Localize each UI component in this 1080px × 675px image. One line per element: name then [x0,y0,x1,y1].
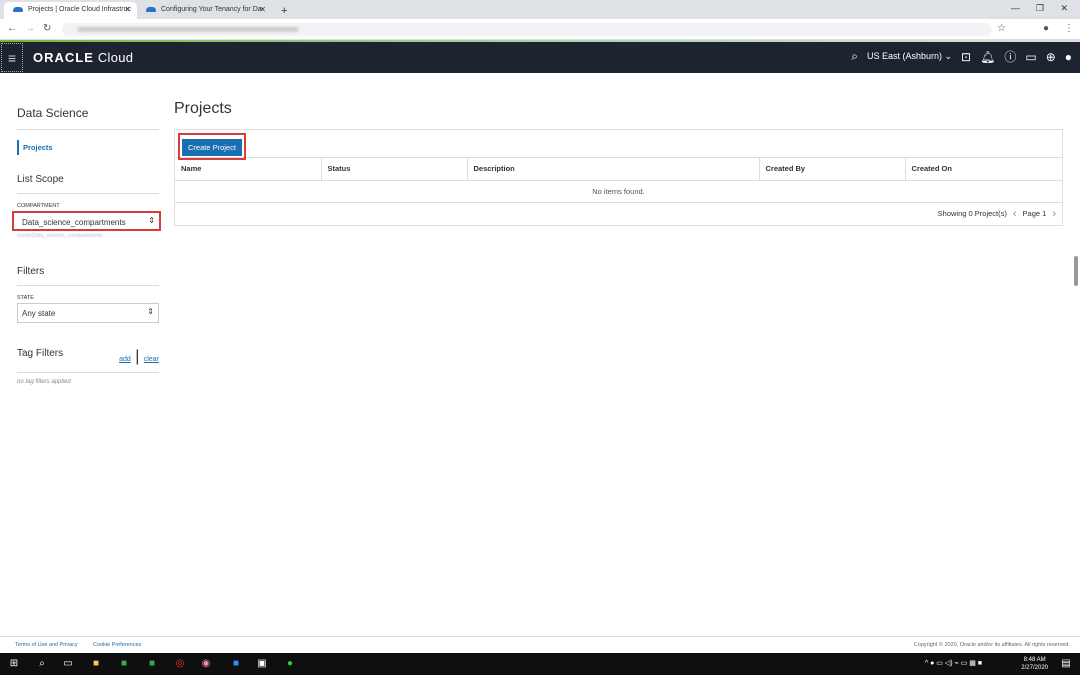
updown-icon: ⇕ [148,216,155,225]
main-content: Projects Create Project Name Status Desc… [174,100,1063,226]
chrome-icon[interactable]: ◉ [200,658,212,670]
globe-icon[interactable]: ⊕ [1046,50,1056,64]
chat-icon[interactable]: ▭ [1025,50,1036,64]
projects-table-panel: Create Project Name Status Description C… [174,129,1063,226]
profile-icon[interactable]: ● [1043,23,1049,34]
app-icon[interactable]: ◎ [174,658,186,670]
oracle-cloud-logo[interactable]: ORACLE Cloud [33,50,133,65]
updown-icon: ⇕ [147,307,154,316]
sidebar-title: Data Science [17,100,159,130]
column-header-status[interactable]: Status [321,158,468,181]
url-input[interactable] [62,23,992,36]
forward-icon[interactable]: → [25,23,35,34]
restore-icon[interactable]: ❐ [1036,3,1044,14]
list-scope-heading: List Scope [17,174,159,194]
close-tab-icon[interactable]: ✕ [259,5,266,14]
column-header-created-by[interactable]: Created By [759,158,906,181]
wechat-icon[interactable]: ● [284,658,296,670]
bell-icon[interactable]: 🔔︎ [980,50,995,64]
state-label: STATE [17,295,34,301]
clock[interactable]: 8:48 AM 2/27/2020 [1021,656,1048,672]
chevron-right-icon[interactable]: › [1052,208,1056,220]
file-explorer-icon[interactable]: ■ [90,658,102,670]
close-window-icon[interactable]: ✕ [1060,3,1068,14]
search-icon[interactable]: ⌕ [36,658,48,670]
app-icon[interactable]: ■ [146,658,158,670]
cloud-shell-icon[interactable]: ⊡ [961,50,971,64]
filters-heading: Filters [17,266,159,286]
task-view-icon[interactable]: ▭ [62,658,74,670]
excel-icon[interactable]: ■ [118,658,130,670]
projects-table: Name Status Description Created By Creat… [175,158,1062,203]
footer: Terms of Use and Privacy Cookie Preferen… [0,636,1080,653]
sidebar-item-projects[interactable]: Projects [17,140,159,155]
clear-tag-link[interactable]: clear [144,356,159,363]
notifications-icon[interactable]: ▤ [1060,658,1072,670]
create-project-button[interactable]: Create Project [182,139,242,156]
menu-icon[interactable]: ⋮ [1064,23,1074,34]
compartment-select[interactable]: Data_science_compartments ⇕ [12,211,161,231]
compartment-path: (root)/Data_science_compartments [17,233,103,239]
terms-link[interactable]: Terms of Use and Privacy [15,642,78,648]
add-tag-link[interactable]: add [119,356,131,363]
minimize-icon[interactable]: — [1011,3,1020,13]
browser-tab[interactable]: Configuring Your Tenancy for Da ✕ [137,2,272,19]
page-number: Page 1 [1022,209,1047,218]
cookie-preferences-link[interactable]: Cookie Preferences [93,642,141,648]
showing-count: Showing 0 Project(s) [937,209,1007,218]
user-icon[interactable]: ● [1065,50,1072,64]
new-tab-button[interactable]: + [277,1,287,18]
column-header-name[interactable]: Name [175,158,322,181]
copyright-text: Copyright © 2020, Oracle and/or its affi… [913,642,1070,648]
cloud-icon [13,7,23,12]
no-tags-text: no tag filters applied [17,379,71,385]
app-icon[interactable]: ▣ [256,658,268,670]
star-icon[interactable]: ☆ [997,23,1006,34]
column-header-created-on[interactable]: Created On [905,158,1062,181]
help-icon[interactable]: ⓘ [1004,48,1016,65]
pagination: Showing 0 Project(s) ‹ Page 1 › [175,203,1062,225]
windows-taskbar: ⊞ ⌕ ▭ ■ ■ ■ ◎ ◉ ■ ▣ ● ^ ● ▭ ◁) ⌁ ▭ ▦ ■ 8… [0,653,1080,675]
sidebar: Data Science Projects List Scope COMPART… [12,100,161,385]
back-icon[interactable]: ← [7,23,17,34]
empty-message: No items found. [175,180,1062,203]
column-header-description[interactable]: Description [467,158,760,181]
system-tray-icons[interactable]: ^ ● ▭ ◁) ⌁ ▭ ▦ ■ [925,659,982,667]
browser-tab-strip: Projects | Oracle Cloud Infrastruc ✕ Conf… [0,0,1080,19]
cloud-icon [146,7,156,12]
chevron-left-icon[interactable]: ‹ [1013,208,1017,220]
browser-tab[interactable]: Projects | Oracle Cloud Infrastruc ✕ [4,2,137,19]
tag-filters-heading: Tag Filters [17,348,64,359]
page-title: Projects [174,100,232,117]
search-icon[interactable]: ⌕ [851,49,858,64]
console-header: ≡ ORACLE Cloud ⌕ US East (Ashburn) ⌄ ⊡ 🔔… [0,42,1080,73]
zoom-icon[interactable]: ■ [230,658,242,670]
hamburger-menu-icon[interactable]: ≡ [1,43,23,72]
scrollbar[interactable] [1074,256,1078,286]
close-tab-icon[interactable]: ✕ [124,5,131,14]
windows-start-icon[interactable]: ⊞ [8,658,20,670]
region-selector[interactable]: US East (Ashburn) ⌄ [867,51,952,62]
address-bar: ← → ↻ ☆ ● ⋮ [0,19,1080,40]
state-select[interactable]: Any state ⇕ [17,303,159,323]
reload-icon[interactable]: ↻ [43,23,51,34]
compartment-label: COMPARTMENT [17,203,60,209]
